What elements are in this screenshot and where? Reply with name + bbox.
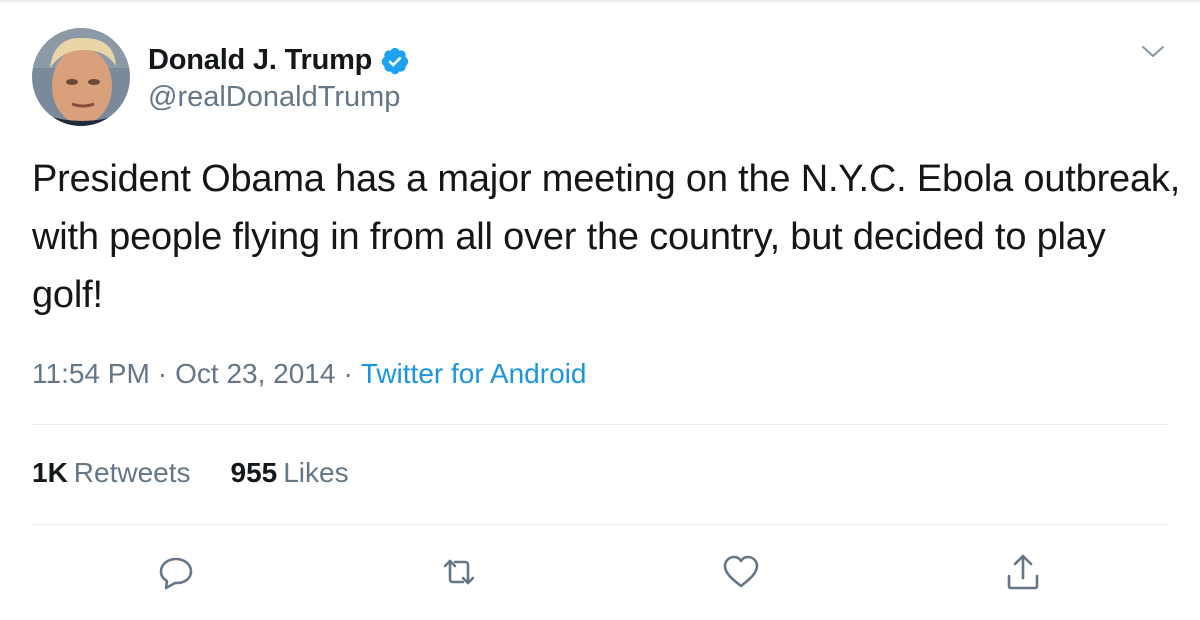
likes-stat[interactable]: 955 Likes — [231, 457, 349, 489]
heart-icon[interactable] — [719, 550, 763, 594]
tweet-time[interactable]: 11:54 PM — [32, 358, 150, 389]
author-names: Donald J. Trump @realDonaldTrump — [148, 41, 410, 114]
share-icon[interactable] — [1001, 550, 1045, 594]
tweet-stats: 1K Retweets 955 Likes — [32, 457, 349, 489]
display-name[interactable]: Donald J. Trump — [148, 44, 372, 77]
retweets-stat[interactable]: 1K Retweets — [32, 457, 191, 489]
likes-label: Likes — [283, 457, 349, 488]
name-row: Donald J. Trump — [148, 41, 410, 81]
divider — [32, 524, 1168, 525]
chevron-down-icon[interactable] — [1140, 42, 1166, 62]
tweet-date[interactable]: Oct 23, 2014 — [175, 358, 335, 389]
retweets-label: Retweets — [73, 457, 191, 488]
tweet-text: President Obama has a major meeting on t… — [32, 158, 1181, 316]
reply-icon[interactable] — [154, 550, 198, 594]
author-handle[interactable]: @realDonaldTrump — [148, 81, 410, 114]
avatar-photo-icon — [32, 28, 130, 126]
tweet-actions — [0, 550, 1200, 600]
retweets-count: 1K — [32, 457, 68, 488]
meta-separator: · — [343, 358, 353, 389]
retweet-icon[interactable] — [437, 550, 481, 594]
tweet-card: Donald J. Trump @realDonaldTrump Preside… — [0, 0, 1200, 620]
likes-count: 955 — [230, 457, 278, 488]
verified-badge-icon — [380, 46, 410, 76]
tweet-meta: 11:54 PM · Oct 23, 2014 · Twitter for Androi… — [32, 358, 586, 390]
tweet-header: Donald J. Trump @realDonaldTrump — [32, 28, 410, 126]
meta-separator: · — [157, 358, 168, 389]
tweet-source-link[interactable]: Twitter for Android — [361, 358, 587, 389]
divider — [32, 424, 1168, 425]
avatar[interactable] — [32, 28, 130, 126]
